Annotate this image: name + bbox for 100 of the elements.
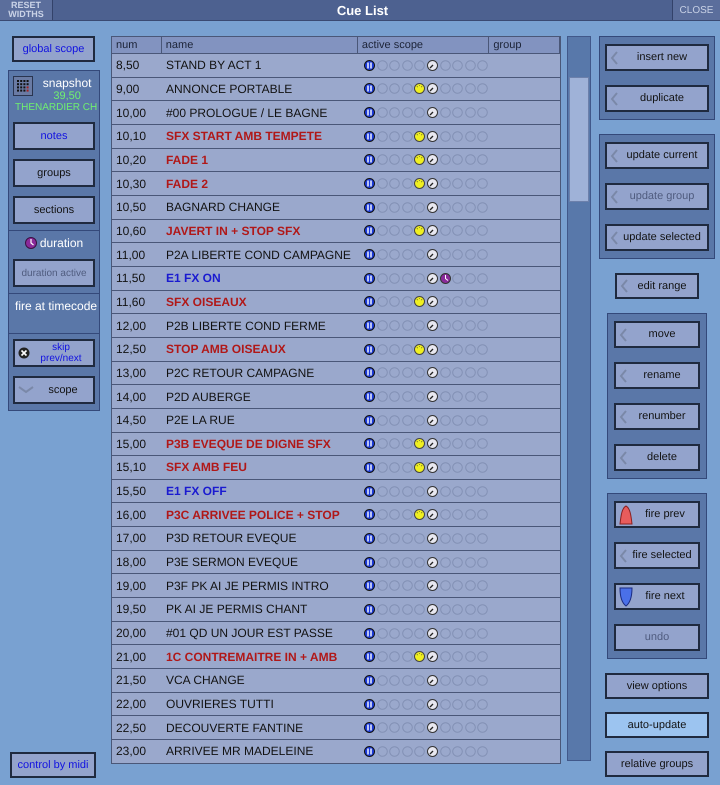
global-scope-button[interactable]: global scope [12, 36, 95, 62]
cue-number: 21,50 [115, 673, 148, 688]
empty-slot-icon [477, 674, 488, 686]
play-pause-icon [364, 202, 375, 213]
gauge-icon [426, 438, 438, 450]
empty-slot-icon [477, 698, 488, 710]
grid-icon[interactable] [13, 76, 33, 96]
gauge-icon [426, 556, 438, 568]
empty-slot-icon [389, 107, 400, 118]
action-button[interactable]: update current [605, 142, 709, 169]
empty-slot-icon [452, 296, 464, 308]
cue-name: P3E SERMON EVEQUE [165, 555, 300, 570]
action-button[interactable]: update selected [605, 224, 709, 251]
cue-name: BAGNARD CHANGE [165, 200, 282, 214]
close-circle-icon [18, 347, 30, 359]
action-button[interactable]: view options [605, 673, 709, 699]
empty-slot-icon [464, 651, 476, 662]
empty-slot-icon [389, 414, 400, 426]
action-button[interactable]: delete [614, 444, 700, 471]
action-button[interactable]: duplicate [605, 85, 709, 112]
toggle-button[interactable]: notes [13, 122, 95, 150]
snapshot-label: snapshot [42, 76, 92, 90]
action-button[interactable]: fire prev [614, 501, 700, 528]
chevron-left-icon [619, 328, 627, 342]
empty-slot-icon [464, 83, 476, 94]
gauge-icon [426, 532, 438, 544]
play-pause-icon [364, 367, 375, 378]
empty-slot-icon [477, 83, 488, 94]
gauge-icon [426, 651, 438, 662]
action-button[interactable]: renumber [614, 403, 700, 430]
action-button[interactable]: edit range [615, 273, 699, 299]
play-pause-icon [364, 344, 375, 355]
chevron-left-icon [619, 410, 627, 424]
empty-slot-icon [477, 367, 488, 378]
cue-number: 10,60 [115, 224, 148, 238]
toggle-button[interactable]: groups [13, 159, 95, 187]
gauge-icon [426, 628, 438, 639]
toggle-button[interactable]: skip prev/next [13, 339, 95, 367]
empty-slot-icon [477, 249, 488, 260]
control-by-midi-button[interactable]: control by midi [10, 752, 96, 778]
cue-name: #01 QD UN JOUR EST PASSE [165, 626, 334, 640]
cue-name: STAND BY ACT 1 [165, 58, 262, 72]
gauge-icon [426, 225, 438, 236]
empty-slot-icon [389, 532, 400, 544]
cue-number: 19,50 [115, 602, 148, 616]
empty-slot-icon [464, 698, 476, 710]
column-header[interactable]: active scope [358, 37, 490, 53]
empty-slot-icon [402, 580, 413, 592]
chevron-left-icon [610, 190, 618, 204]
play-pause-icon [364, 438, 375, 450]
column-header[interactable]: group [489, 37, 560, 53]
empty-slot-icon [389, 556, 400, 568]
scrollbar-thumb[interactable] [569, 77, 589, 202]
toggle-button[interactable]: sections [13, 196, 95, 224]
cue-number: 10,20 [115, 152, 148, 167]
dropdown-button[interactable]: scope [13, 376, 95, 404]
empty-slot-icon [477, 154, 488, 166]
gauge-icon [426, 154, 438, 166]
empty-slot-icon [402, 628, 413, 639]
empty-slot-icon [477, 344, 488, 355]
empty-slot-icon [452, 367, 464, 378]
action-button[interactable]: fire selected [614, 542, 700, 569]
column-header[interactable]: name [162, 37, 358, 53]
cue-name: JAVERT IN + STOP SFX [165, 224, 302, 238]
cue-number: 10,10 [115, 129, 148, 144]
gauge-icon [426, 486, 438, 497]
empty-slot-icon [464, 344, 476, 355]
empty-slot-icon [464, 722, 476, 734]
empty-slot-icon [389, 391, 400, 402]
gauge-icon [426, 202, 438, 213]
empty-slot-icon [389, 225, 400, 236]
cue-name: ANNONCE PORTABLE [165, 82, 294, 96]
empty-slot-icon [402, 486, 413, 497]
empty-slot-icon [402, 532, 413, 544]
column-header[interactable]: num [112, 37, 162, 53]
empty-slot-icon [477, 107, 488, 118]
empty-slot-icon [477, 509, 488, 520]
empty-slot-icon [464, 272, 476, 284]
empty-slot-icon [389, 154, 400, 166]
chevron-left-icon [610, 92, 618, 106]
action-button[interactable]: relative groups [605, 751, 709, 777]
empty-slot-icon [389, 438, 400, 450]
gauge-icon [426, 107, 438, 118]
cue-number: 9,00 [115, 82, 140, 96]
empty-slot-icon [477, 651, 488, 662]
action-button[interactable]: fire next [614, 583, 700, 610]
play-pause-icon [364, 746, 375, 757]
empty-slot-icon [389, 272, 400, 284]
gauge-icon [426, 674, 438, 686]
empty-slot-icon [477, 462, 488, 473]
empty-slot-icon [452, 130, 464, 142]
action-button[interactable]: insert new [605, 44, 709, 71]
chevron-left-icon [620, 279, 628, 293]
clock-icon[interactable] [24, 237, 37, 249]
cue-name: OUVRIERES TUTTI [165, 697, 275, 712]
action-button[interactable]: rename [614, 362, 700, 389]
action-button[interactable]: auto-update [605, 712, 709, 738]
gauge-icon [426, 580, 438, 592]
empty-slot-icon [464, 391, 476, 402]
action-button[interactable]: move [614, 321, 700, 348]
